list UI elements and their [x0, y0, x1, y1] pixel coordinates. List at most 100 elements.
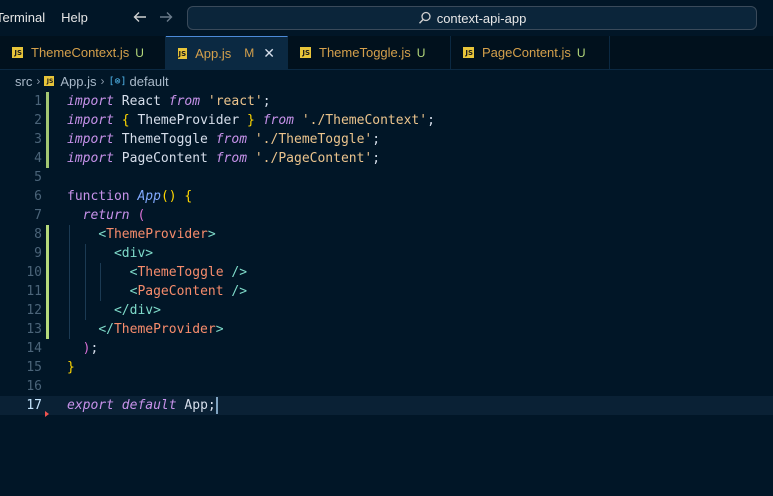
code-text: <div> [114, 244, 153, 263]
git-deletion-marker[interactable] [45, 411, 49, 417]
symbol-variable-icon: [⊗] [108, 75, 127, 87]
code-line[interactable]: 8 <ThemeProvider> [0, 225, 773, 244]
code-token: import [67, 94, 114, 109]
code-line[interactable]: 1 import React from 'react'; [0, 92, 773, 111]
code-line[interactable]: 9 <div> [0, 244, 773, 263]
tab-themecontext[interactable]: JS ThemeContext.js U [0, 36, 166, 69]
tab-label: PageContent.js [482, 45, 571, 60]
breadcrumb-symbol[interactable]: default [130, 74, 169, 89]
git-change-marker[interactable] [46, 149, 49, 168]
arrow-right-icon[interactable] [157, 9, 175, 27]
code-text: <ThemeToggle /> [130, 263, 247, 282]
git-change-marker[interactable] [46, 282, 49, 301]
code-token: ThemeToggle [137, 265, 224, 280]
code-line[interactable]: 7 return ( [0, 206, 773, 225]
chevron-right-icon: › [36, 74, 41, 88]
code-line[interactable]: 16 [0, 377, 773, 396]
git-change-marker[interactable] [46, 130, 49, 149]
indent-guide [69, 301, 70, 320]
tab-label: ThemeContext.js [31, 45, 130, 60]
code-token: './ThemeContext' [301, 113, 428, 128]
editor-tabs: JS ThemeContext.js U JS App.js M ✕ JS Th… [0, 36, 773, 70]
code-line[interactable]: 13 </ThemeProvider> [0, 320, 773, 339]
code-token: import [67, 113, 114, 128]
tab-status-badge: U [135, 45, 144, 60]
code-line[interactable]: 17 export default App; [0, 396, 773, 417]
menu-terminal[interactable]: Terminal [0, 0, 53, 36]
git-change-marker[interactable] [46, 301, 49, 320]
line-number: 6 [34, 189, 42, 204]
code-line[interactable]: 3 import ThemeToggle from './ThemeToggle'… [0, 130, 773, 149]
code-line[interactable]: 14); [0, 339, 773, 358]
line-number: 3 [34, 132, 42, 147]
code-token: default [121, 398, 177, 413]
git-change-marker[interactable] [46, 263, 49, 282]
tab-themetoggle[interactable]: JS ThemeToggle.js U [288, 36, 451, 69]
code-token: < [98, 227, 107, 242]
code-token: ; [90, 341, 99, 356]
code-line[interactable]: 2 import { ThemeProvider } from './ThemeC… [0, 111, 773, 130]
tab-status-badge: U [416, 45, 426, 60]
git-change-marker[interactable] [46, 225, 49, 244]
indent-guide [69, 225, 70, 244]
code-token: { [121, 113, 130, 128]
menu-help[interactable]: Help [53, 0, 96, 36]
line-number: 15 [26, 360, 42, 375]
text-cursor [215, 397, 218, 414]
code-token: /> [223, 284, 248, 299]
indent-guide [69, 282, 70, 301]
code-line[interactable]: 15} [0, 358, 773, 377]
code-token: </div> [113, 303, 161, 318]
tab-status-badge: U [576, 45, 586, 60]
code-editor[interactable]: 1 import React from 'react'; 2 import { The… [0, 92, 773, 496]
indent-guide [84, 244, 86, 263]
tab-label: App.js [195, 45, 232, 61]
git-change-marker[interactable] [46, 111, 49, 130]
tab-pagecontent[interactable]: JS PageContent.js U [451, 36, 610, 69]
indent-guide [84, 282, 86, 301]
code-token: PageContent [137, 284, 224, 299]
command-center-search[interactable]: context-api-app [187, 6, 757, 30]
code-token: ThemeProvider [129, 113, 248, 128]
chevron-right-icon: › [100, 74, 105, 88]
tab-app[interactable]: JS App.js M ✕ [166, 36, 288, 69]
code-line[interactable]: 6 function App() { [0, 187, 773, 206]
code-text: import PageContent from './PageContent'; [67, 149, 380, 168]
code-line[interactable]: 11 <PageContent /> [0, 282, 773, 301]
code-token: > [215, 322, 224, 337]
arrow-left-icon[interactable] [131, 9, 149, 27]
code-text: export default App; [67, 396, 218, 415]
breadcrumb-file[interactable]: App.js [60, 74, 96, 89]
code-text: import { ThemeProvider } from './ThemeCo… [67, 111, 435, 130]
breadcrumb-folder[interactable]: src [15, 74, 32, 89]
code-line[interactable]: 12 </div> [0, 301, 773, 320]
code-token: ThemeProvider [113, 322, 216, 337]
indent-guide [84, 263, 86, 282]
code-text: ); [83, 339, 99, 358]
code-token: 'react' [207, 94, 263, 109]
code-text: </div> [114, 301, 161, 320]
indent-guide [100, 263, 102, 282]
git-change-marker[interactable] [46, 244, 49, 263]
code-text: import ThemeToggle from './ThemeToggle'; [67, 130, 380, 149]
code-line[interactable]: 5 [0, 168, 773, 187]
line-number: 10 [26, 265, 42, 280]
git-change-marker[interactable] [46, 320, 49, 339]
line-number: 16 [26, 379, 42, 394]
code-token: App; [176, 398, 216, 413]
close-icon[interactable]: ✕ [263, 45, 275, 62]
indent-guide [69, 320, 70, 339]
code-line[interactable]: 4 import PageContent from './PageContent'… [0, 149, 773, 168]
code-token: <div> [113, 246, 154, 261]
code-token: from [215, 151, 248, 166]
line-number: 1 [34, 94, 42, 109]
code-token: import [67, 151, 114, 166]
code-token: { [184, 189, 193, 204]
line-number: 5 [34, 170, 42, 185]
code-token: ThemeProvider [106, 227, 208, 242]
git-change-marker[interactable] [46, 92, 49, 111]
code-line[interactable]: 10 <ThemeToggle /> [0, 263, 773, 282]
code-token: PageContent [113, 151, 216, 166]
